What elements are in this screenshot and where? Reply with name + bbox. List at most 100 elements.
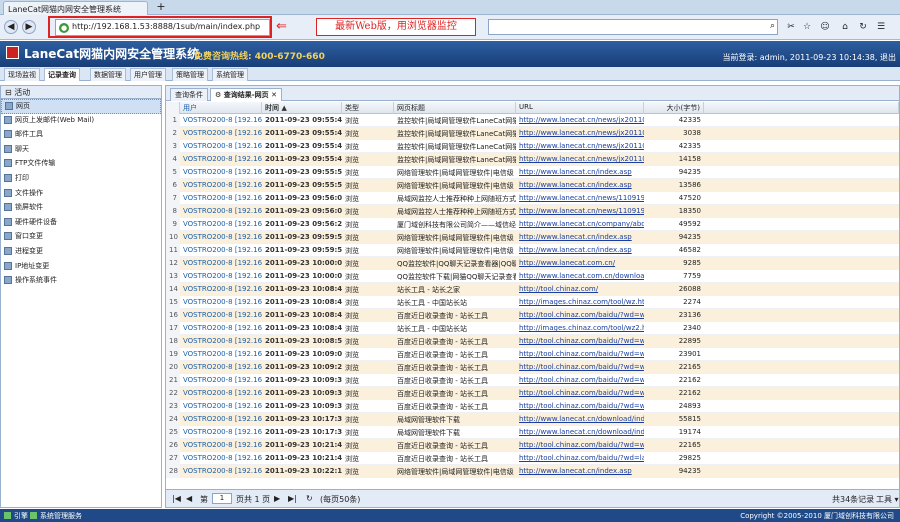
- table-row[interactable]: 10 VOSTRO200-8 [192.168. 2011-09-23 09:59:…: [166, 231, 899, 244]
- sidebar-item-file-ops[interactable]: 文件操作: [1, 187, 161, 202]
- prev-page-icon[interactable]: ◀: [186, 494, 192, 503]
- cell-url[interactable]: http://www.lanecat.cn/news/jx201108.asp: [516, 153, 644, 166]
- cell-url[interactable]: http://tool.chinaz.com/: [516, 283, 644, 296]
- refresh-page-icon[interactable]: ↻: [306, 494, 313, 503]
- table-row[interactable]: 9 VOSTRO200-8 [192.168. 2011-09-23 09:56:2…: [166, 218, 899, 231]
- browser-tab[interactable]: LaneCat网猫内网安全管理系统: [3, 1, 148, 15]
- cell-url[interactable]: http://tool.chinaz.com/baidu/?wd=www: [516, 309, 644, 322]
- table-row[interactable]: 1 VOSTRO200-8 [192.168. 2011-09-23 09:55:4…: [166, 114, 899, 127]
- cell-url[interactable]: http://tool.chinaz.com/baidu/?wd=www: [516, 400, 644, 413]
- cell-url[interactable]: http://tool.chinaz.com/baidu/?wd=www: [516, 348, 644, 361]
- sidebar-item-print[interactable]: 打印: [1, 172, 161, 187]
- cell-url[interactable]: http://www.lanecat.cn/index.asp: [516, 179, 644, 192]
- cell-url[interactable]: http://www.lanecat.cn/company/about_: [516, 218, 644, 231]
- sidebar-item-ip[interactable]: IP地址变更: [1, 260, 161, 275]
- table-row[interactable]: 16 VOSTRO200-8 [192.168. 2011-09-23 10:08:…: [166, 309, 899, 322]
- table-row[interactable]: 17 VOSTRO200-8 [192.168. 2011-09-23 10:08:…: [166, 322, 899, 335]
- tab-query-conditions[interactable]: 查询条件: [170, 88, 208, 101]
- table-row[interactable]: 22 VOSTRO200-8 [192.168. 2011-09-23 10:09:…: [166, 387, 899, 400]
- menu-item-data[interactable]: 数据管理: [90, 68, 126, 81]
- table-row[interactable]: 4 VOSTRO200-8 [192.168. 2011-09-23 09:55:4…: [166, 153, 899, 166]
- collapse-icon[interactable]: ⊟: [5, 88, 14, 97]
- star-icon[interactable]: ☆: [800, 20, 814, 34]
- user-info[interactable]: 当前登录: admin, 2011-09-23 10:14:38, 退出: [723, 52, 896, 63]
- close-icon[interactable]: ✕: [271, 91, 277, 99]
- last-page-icon[interactable]: ▶|: [288, 494, 297, 503]
- table-row[interactable]: 11 VOSTRO200-8 [192.168. 2011-09-23 09:59:…: [166, 244, 899, 257]
- cell-url[interactable]: http://tool.chinaz.com/baidu/?wd=www: [516, 374, 644, 387]
- table-row[interactable]: 26 VOSTRO200-8 [192.168. 2011-09-23 10:21:…: [166, 439, 899, 452]
- cell-url[interactable]: http://www.lanecat.cn/news/110919.asp: [516, 205, 644, 218]
- table-row[interactable]: 21 VOSTRO200-8 [192.168. 2011-09-23 10:09:…: [166, 374, 899, 387]
- menu-item-system[interactable]: 系统管理: [212, 68, 248, 81]
- sidebar-item-chat[interactable]: 聊天: [1, 143, 161, 158]
- table-row[interactable]: 27 VOSTRO200-8 [192.168. 2011-09-23 10:21:…: [166, 452, 899, 465]
- table-row[interactable]: 19 VOSTRO200-8 [192.168. 2011-09-23 10:09:…: [166, 348, 899, 361]
- cell-url[interactable]: http://www.lanecat.cn/news/110919.asp: [516, 192, 644, 205]
- smiley-icon[interactable]: ☺: [818, 20, 832, 34]
- menu-item-users[interactable]: 用户管理: [130, 68, 166, 81]
- col-header-url[interactable]: URL: [516, 102, 644, 114]
- col-header-size[interactable]: 大小(字节): [644, 102, 704, 114]
- sidebar-item-process[interactable]: 进程变更: [1, 245, 161, 260]
- table-row[interactable]: 8 VOSTRO200-8 [192.168. 2011-09-23 09:56:0…: [166, 205, 899, 218]
- cell-url[interactable]: http://www.lanecat.com.cn/: [516, 257, 644, 270]
- table-row[interactable]: 28 VOSTRO200-8 [192.168. 2011-09-23 10:22:…: [166, 465, 899, 478]
- cell-url[interactable]: http://tool.chinaz.com/baidu/?wd=www: [516, 361, 644, 374]
- menu-item-policy[interactable]: 策略管理: [172, 68, 208, 81]
- refresh-icon[interactable]: ↻: [856, 20, 870, 34]
- cell-url[interactable]: http://www.lanecat.cn/index.asp: [516, 244, 644, 257]
- menu-icon[interactable]: ☰: [874, 20, 888, 34]
- table-row[interactable]: 25 VOSTRO200-8 [192.168. 2011-09-23 10:17:…: [166, 426, 899, 439]
- table-row[interactable]: 5 VOSTRO200-8 [192.168. 2011-09-23 09:55:5…: [166, 166, 899, 179]
- col-header-user[interactable]: 用户: [180, 102, 262, 114]
- table-row[interactable]: 18 VOSTRO200-8 [192.168. 2011-09-23 10:08:…: [166, 335, 899, 348]
- first-page-icon[interactable]: |◀: [172, 494, 181, 503]
- table-row[interactable]: 3 VOSTRO200-8 [192.168. 2011-09-23 09:55:4…: [166, 140, 899, 153]
- cell-url[interactable]: http://www.lanecat.cn/index.asp: [516, 166, 644, 179]
- cell-url[interactable]: http://tool.chinaz.com/baidu/?wd=laneca: [516, 452, 644, 465]
- page-input[interactable]: 1: [212, 493, 232, 504]
- sidebar-item-webmail[interactable]: 网页上发邮件(Web Mail): [1, 114, 161, 129]
- cell-url[interactable]: http://www.lanecat.cn/news/jx201108.asp: [516, 127, 644, 140]
- col-header-type[interactable]: 类型: [342, 102, 394, 114]
- sidebar-item-mail-tool[interactable]: 邮件工具: [1, 128, 161, 143]
- table-row[interactable]: 6 VOSTRO200-8 [192.168. 2011-09-23 09:55:5…: [166, 179, 899, 192]
- table-row[interactable]: 24 VOSTRO200-8 [192.168. 2011-09-23 10:17:…: [166, 413, 899, 426]
- cell-url[interactable]: http://www.lanecat.cn/download/index.: [516, 413, 644, 426]
- scissors-icon[interactable]: ✂: [784, 20, 798, 34]
- menu-item-monitor[interactable]: 现场监视: [4, 68, 40, 81]
- next-page-icon[interactable]: ▶: [274, 494, 280, 503]
- search-input[interactable]: ⌕: [488, 19, 778, 35]
- cell-url[interactable]: http://www.lanecat.cn/index.asp: [516, 465, 644, 478]
- table-row[interactable]: 20 VOSTRO200-8 [192.168. 2011-09-23 10:09:…: [166, 361, 899, 374]
- cell-url[interactable]: http://images.chinaz.com/tool/wz.htm: [516, 296, 644, 309]
- cell-url[interactable]: http://www.lanecat.com.cn/download/ir: [516, 270, 644, 283]
- table-row[interactable]: 23 VOSTRO200-8 [192.168. 2011-09-23 10:09:…: [166, 400, 899, 413]
- new-tab-button[interactable]: +: [153, 1, 169, 14]
- table-row[interactable]: 13 VOSTRO200-8 [192.168. 2011-09-23 10:00:…: [166, 270, 899, 283]
- table-row[interactable]: 15 VOSTRO200-8 [192.168. 2011-09-23 10:08:…: [166, 296, 899, 309]
- sidebar-header[interactable]: ⊟ 活动: [1, 86, 161, 99]
- sidebar-item-window[interactable]: 窗口变更: [1, 230, 161, 245]
- cell-url[interactable]: http://www.lanecat.cn/index.asp: [516, 231, 644, 244]
- cell-url[interactable]: http://www.lanecat.cn/news/jx201108.asp: [516, 140, 644, 153]
- col-header-time[interactable]: 时间 ▲: [262, 102, 342, 114]
- cell-url[interactable]: http://tool.chinaz.com/baidu/?wd=www: [516, 439, 644, 452]
- col-header-title[interactable]: 网页标题: [394, 102, 516, 114]
- cell-url[interactable]: http://www.lanecat.cn/news/jx201108.asp: [516, 114, 644, 127]
- cell-url[interactable]: http://www.lanecat.cn/download/index.: [516, 426, 644, 439]
- sidebar-item-web[interactable]: 网页: [1, 99, 161, 114]
- back-icon[interactable]: ◀: [4, 20, 18, 34]
- search-icon[interactable]: ⌕: [770, 21, 775, 31]
- sidebar-item-hardware[interactable]: 硬件硬件设备: [1, 216, 161, 231]
- home-icon[interactable]: ⌂: [838, 20, 852, 34]
- forward-icon[interactable]: ▶: [22, 20, 36, 34]
- table-row[interactable]: 12 VOSTRO200-8 [192.168. 2011-09-23 10:00:…: [166, 257, 899, 270]
- sidebar-item-os-events[interactable]: 操作系统事件: [1, 274, 161, 289]
- table-row[interactable]: 14 VOSTRO200-8 [192.168. 2011-09-23 10:08:…: [166, 283, 899, 296]
- menu-item-records[interactable]: 记录查询: [44, 68, 80, 81]
- cell-url[interactable]: http://tool.chinaz.com/baidu/?wd=www: [516, 387, 644, 400]
- table-row[interactable]: 7 VOSTRO200-8 [192.168. 2011-09-23 09:56:0…: [166, 192, 899, 205]
- cell-url[interactable]: http://images.chinaz.com/tool/wz2.htm: [516, 322, 644, 335]
